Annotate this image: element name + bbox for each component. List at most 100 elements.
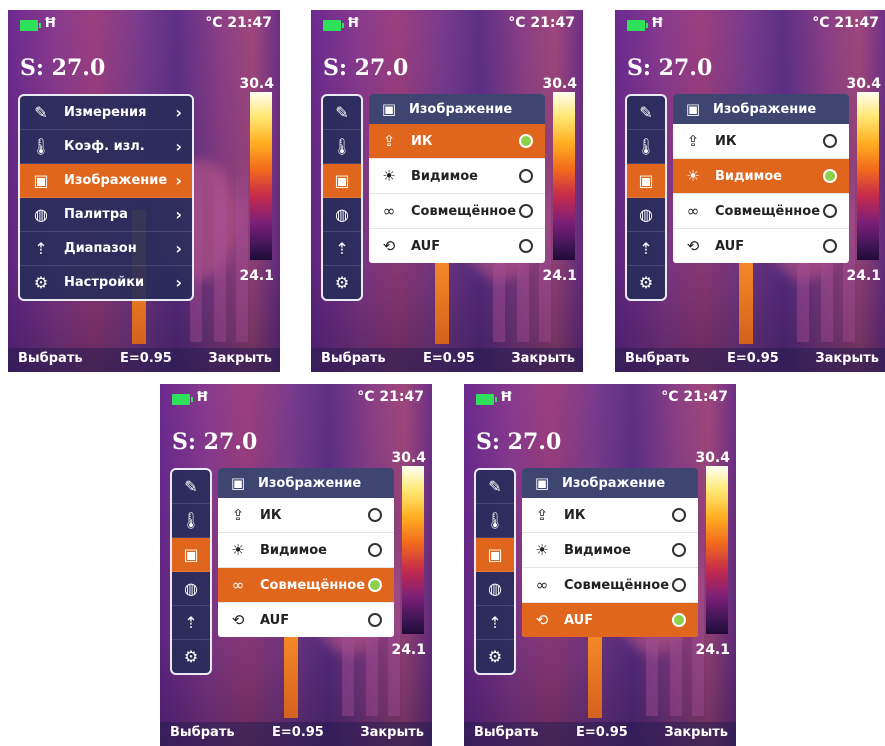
radio-button[interactable]: [368, 578, 382, 592]
select-button[interactable]: Выбрать: [170, 725, 235, 740]
blend-icon: ∞: [382, 202, 396, 220]
clock: °C 21:47: [205, 15, 272, 31]
status-bar: Ħ °C 21:47: [160, 384, 432, 410]
sd-card-icon: Ħ: [196, 390, 209, 405]
option-auf[interactable]: ⟲ AUF: [218, 603, 394, 637]
menu-item-palette[interactable]: ◍ Палитра ›: [20, 198, 192, 232]
thermometer-icon[interactable]: 🌡: [172, 504, 210, 538]
radio-button[interactable]: [672, 578, 686, 592]
emissivity-readout: E=0.95: [272, 725, 324, 740]
gear-icon[interactable]: ⚙: [476, 640, 514, 673]
image-icon: ▣: [381, 100, 397, 118]
option-blended[interactable]: ∞ Совмещённое: [218, 568, 394, 603]
ir-icon: ⇪: [231, 506, 245, 524]
submenu-header: ▣ Изображение: [673, 94, 849, 124]
close-button[interactable]: Закрыть: [208, 351, 272, 366]
radio-button[interactable]: [672, 508, 686, 522]
radio-button[interactable]: [823, 169, 837, 183]
option-blended[interactable]: ∞ Совмещённое: [522, 568, 698, 603]
gear-icon[interactable]: ⚙: [627, 266, 665, 299]
menu-sidebar: ✎ 🌡 ▣ ◍ ⇡ ⚙: [321, 94, 363, 301]
select-button[interactable]: Выбрать: [474, 725, 539, 740]
close-button[interactable]: Закрыть: [511, 351, 575, 366]
menu-item-image[interactable]: ▣ Изображение ›: [20, 164, 192, 198]
spot-temperature: S: 27.0: [172, 429, 258, 455]
image-icon[interactable]: ▣: [323, 164, 361, 198]
range-icon[interactable]: ⇡: [172, 606, 210, 640]
radio-button[interactable]: [519, 169, 533, 183]
menu-item-range[interactable]: ⇡ Диапазон ›: [20, 232, 192, 266]
option-auf[interactable]: ⟲ AUF: [369, 229, 545, 263]
radio-button[interactable]: [672, 613, 686, 627]
sun-icon: ☀: [535, 541, 549, 559]
screen-image-visible: Ħ °C 21:47 S: 27.0 30.4 24.1 ✎ 🌡 ▣ ◍ ⇡ ⚙…: [615, 10, 885, 372]
measure-icon[interactable]: ✎: [323, 96, 361, 130]
measure-icon[interactable]: ✎: [172, 470, 210, 504]
radio-button[interactable]: [823, 134, 837, 148]
option-auf[interactable]: ⟲ AUF: [522, 603, 698, 637]
option-ir[interactable]: ⇪ ИК: [673, 124, 849, 159]
option-auf[interactable]: ⟲ AUF: [673, 229, 849, 263]
image-icon[interactable]: ▣: [627, 164, 665, 198]
select-button[interactable]: Выбрать: [321, 351, 386, 366]
select-button[interactable]: Выбрать: [18, 351, 83, 366]
thermometer-icon[interactable]: 🌡: [323, 130, 361, 164]
close-button[interactable]: Закрыть: [360, 725, 424, 740]
radio-button[interactable]: [519, 239, 533, 253]
option-ir[interactable]: ⇪ ИК: [522, 498, 698, 533]
option-blended[interactable]: ∞ Совмещённое: [369, 194, 545, 229]
thermometer-icon[interactable]: 🌡: [476, 504, 514, 538]
thermometer-icon[interactable]: 🌡: [627, 130, 665, 164]
palette-icon[interactable]: ◍: [323, 198, 361, 232]
screen-image-ir: Ħ °C 21:47 S: 27.0 30.4 24.1 ✎ 🌡 ▣ ◍ ⇡ ⚙…: [311, 10, 583, 372]
option-visible[interactable]: ☀ Видимое: [522, 533, 698, 568]
close-button[interactable]: Закрыть: [815, 351, 879, 366]
range-icon[interactable]: ⇡: [476, 606, 514, 640]
option-ir[interactable]: ⇪ ИК: [218, 498, 394, 533]
palette-icon[interactable]: ◍: [172, 572, 210, 606]
radio-button[interactable]: [368, 613, 382, 627]
range-icon[interactable]: ⇡: [323, 232, 361, 266]
scale-max: 30.4: [695, 450, 730, 466]
measure-icon[interactable]: ✎: [476, 470, 514, 504]
menu-item-emissivity[interactable]: 🌡 Коэф. изл. ›: [20, 130, 192, 164]
menu-sidebar: ✎ 🌡 ▣ ◍ ⇡ ⚙: [625, 94, 667, 301]
measure-icon[interactable]: ✎: [627, 96, 665, 130]
radio-button[interactable]: [672, 543, 686, 557]
palette-icon[interactable]: ◍: [627, 198, 665, 232]
radio-button[interactable]: [368, 508, 382, 522]
emissivity-readout: E=0.95: [120, 351, 172, 366]
range-icon[interactable]: ⇡: [627, 232, 665, 266]
gear-icon[interactable]: ⚙: [323, 266, 361, 299]
gear-icon[interactable]: ⚙: [172, 640, 210, 673]
spot-temperature: S: 27.0: [20, 55, 106, 81]
gear-icon: ⚙: [33, 273, 49, 292]
option-visible[interactable]: ☀ Видимое: [218, 533, 394, 568]
option-blended[interactable]: ∞ Совмещённое: [673, 194, 849, 229]
scale-min: 24.1: [695, 642, 730, 658]
radio-button[interactable]: [368, 543, 382, 557]
palette-icon[interactable]: ◍: [476, 572, 514, 606]
radio-button[interactable]: [823, 239, 837, 253]
screen-image-auf: Ħ °C 21:47 S: 27.0 30.4 24.1 ✎ 🌡 ▣ ◍ ⇡ ⚙…: [464, 384, 736, 746]
auf-icon: ⟲: [382, 237, 396, 255]
menu-item-settings[interactable]: ⚙ Настройки ›: [20, 266, 192, 299]
emissivity-readout: E=0.95: [727, 351, 779, 366]
radio-button[interactable]: [823, 204, 837, 218]
color-scale-bar: [857, 92, 879, 260]
option-visible[interactable]: ☀ Видимое: [673, 159, 849, 194]
close-button[interactable]: Закрыть: [664, 725, 728, 740]
image-icon[interactable]: ▣: [172, 538, 210, 572]
option-visible[interactable]: ☀ Видимое: [369, 159, 545, 194]
thermometer-icon: 🌡: [30, 137, 52, 156]
image-icon[interactable]: ▣: [476, 538, 514, 572]
radio-button[interactable]: [519, 134, 533, 148]
option-ir[interactable]: ⇪ ИК: [369, 124, 545, 159]
radio-button[interactable]: [519, 204, 533, 218]
bottom-bar: Выбрать E=0.95 Закрыть: [464, 722, 736, 746]
scale-max: 30.4: [239, 76, 274, 92]
chevron-right-icon: ›: [175, 103, 182, 122]
emissivity-readout: E=0.95: [576, 725, 628, 740]
menu-item-measure[interactable]: ✎ Измерения ›: [20, 96, 192, 130]
select-button[interactable]: Выбрать: [625, 351, 690, 366]
